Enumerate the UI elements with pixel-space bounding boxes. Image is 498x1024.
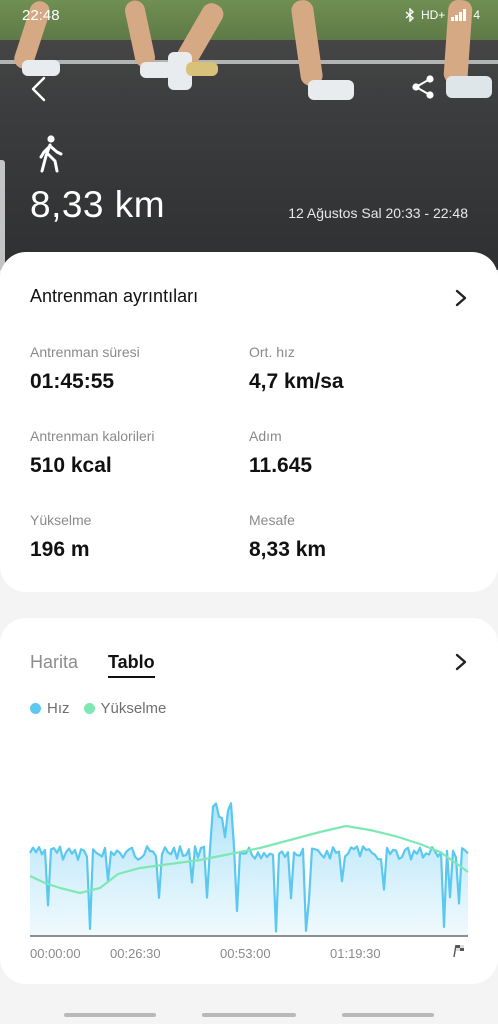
back-icon[interactable] — [24, 74, 54, 104]
metric-avg-speed: Ort. hız 4,7 km/sa — [249, 344, 344, 394]
photo-road-line — [0, 60, 498, 64]
metric-value: 8,33 km — [249, 538, 327, 561]
photo-shoe — [446, 76, 492, 98]
status-time: 22:48 — [22, 6, 60, 24]
photo-shoe — [308, 80, 354, 100]
metric-steps: Adım 11.645 — [249, 428, 312, 478]
metric-label: Antrenman süresi — [30, 344, 140, 360]
legend-item-elevation: Yükselme — [83, 700, 167, 717]
metric-calories: Antrenman kalorileri 510 kcal — [30, 428, 155, 478]
metric-duration: Antrenman süresi 01:45:55 — [30, 344, 140, 394]
metric-label: Ort. hız — [249, 344, 295, 360]
metric-value: 01:45:55 — [30, 370, 115, 393]
chart-legend: Hız Yükselme — [30, 700, 180, 717]
legend-label: Hız — [47, 700, 70, 717]
battery-label: 4 — [473, 8, 480, 22]
nav-back[interactable] — [342, 1013, 434, 1017]
legend-item-speed: Hız — [30, 700, 70, 717]
metric-value: 4,7 km/sa — [249, 370, 344, 393]
graph-card: Harita Tablo Hız Yükselme 00:00:00 00:26… — [0, 618, 498, 984]
details-title[interactable]: Antrenman ayrıntıları — [30, 286, 198, 307]
network-type-label: HD+ — [420, 8, 446, 22]
metric-distance: Mesafe 8,33 km — [249, 512, 326, 562]
chevron-right-icon[interactable] — [454, 652, 468, 672]
photo-shoe — [186, 62, 218, 76]
tab-table[interactable]: Tablo — [108, 652, 155, 678]
system-nav-bar — [0, 1000, 498, 1024]
share-icon[interactable] — [410, 74, 436, 100]
bluetooth-icon — [405, 8, 414, 22]
x-tick-label: 00:53:00 — [220, 946, 271, 961]
status-bar: 22:48 HD+ 4 — [22, 4, 480, 26]
signal-icon — [451, 9, 467, 21]
walking-person-icon — [39, 135, 63, 173]
metric-label: Antrenman kalorileri — [30, 428, 155, 444]
speed-area — [30, 803, 468, 936]
nav-recent-apps[interactable] — [64, 1013, 156, 1017]
metric-value: 510 kcal — [30, 454, 112, 477]
legend-dot-speed — [30, 703, 41, 714]
chevron-right-icon[interactable] — [454, 288, 468, 308]
nav-home[interactable] — [202, 1013, 296, 1017]
x-tick-label: 00:26:30 — [110, 946, 161, 961]
metric-value: 11.645 — [249, 454, 313, 477]
total-distance: 8,33 km — [30, 184, 166, 225]
x-tick-label: 01:19:30 — [330, 946, 381, 961]
header-photo: 22:48 HD+ 4 8,33 km 12 Ağustos Sal 20:33… — [0, 0, 498, 270]
x-tick-label: 00:00:00 — [30, 946, 81, 961]
metric-label: Mesafe — [249, 512, 295, 528]
finish-flag-icon — [453, 944, 464, 958]
metric-elevation: Yükselme 196 m — [30, 512, 91, 562]
metric-label: Adım — [249, 428, 282, 444]
status-icons: HD+ 4 — [405, 8, 480, 22]
tab-map[interactable]: Harita — [30, 652, 78, 673]
workout-details-card: Antrenman ayrıntıları Antrenman süresi 0… — [0, 252, 498, 592]
metric-value: 196 m — [30, 538, 90, 561]
legend-label: Yükselme — [100, 700, 167, 717]
workout-datetime: 12 Ağustos Sal 20:33 - 22:48 — [288, 205, 468, 221]
legend-dot-elevation — [83, 703, 95, 714]
metric-label: Yükselme — [30, 512, 92, 528]
